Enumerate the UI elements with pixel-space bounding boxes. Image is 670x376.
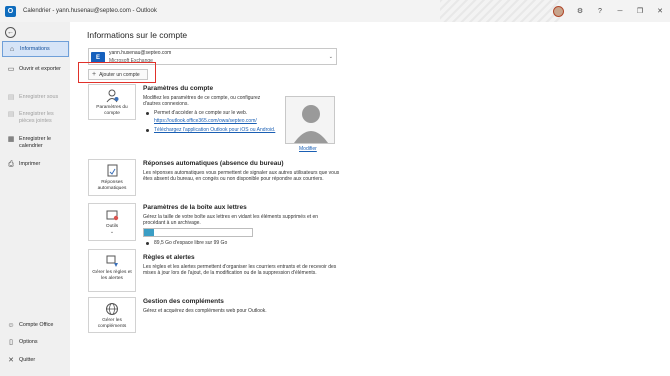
chevron-down-icon: ⌄ xyxy=(328,54,333,60)
sidebar-item-label: Options xyxy=(19,339,38,345)
sidebar-item-ouvrir-exporter[interactable]: ▭ Ouvrir et exporter xyxy=(2,66,69,73)
folder-open-icon: ▭ xyxy=(7,66,15,73)
addins-description: Gérez et acquérez des compléments web po… xyxy=(143,308,267,314)
sidebar-item-label: Ouvrir et exporter xyxy=(19,66,61,72)
modify-photo-link[interactable]: Modifier xyxy=(299,146,317,152)
owa-link[interactable]: https://outlook.office365.com/owa/septeo… xyxy=(154,118,257,124)
attachment-save-icon: ▤ xyxy=(7,111,15,118)
sidebar-item-enregistrer-pieces-jointes: ▤ Enregistrer les pièces jointes xyxy=(2,111,69,125)
sidebar-item-label: Compte Office xyxy=(19,322,54,328)
close-icon: ✕ xyxy=(8,357,14,364)
title-bar: O Calendrier - yann.husenau@septeo.com -… xyxy=(0,0,670,22)
sidebar-item-label: Quitter xyxy=(19,357,36,363)
sidebar-item-imprimer[interactable]: ⎙ Imprimer xyxy=(2,161,69,168)
storage-progress-fill xyxy=(144,229,155,236)
sidebar-item-options[interactable]: ▯ Options xyxy=(2,339,69,346)
sidebar-item-informations[interactable]: ⌂ Informations xyxy=(2,41,69,57)
storage-progress-bar xyxy=(143,228,253,237)
tile-label: Gérer les compléments xyxy=(97,318,127,329)
tile-label: Réponses automatiques xyxy=(97,180,127,191)
user-icon: ☺ xyxy=(7,322,15,329)
sidebar-item-label: Enregistrer sous xyxy=(19,94,59,100)
add-account-button[interactable]: + Ajouter un compte xyxy=(88,69,148,80)
rules-alerts-button[interactable]: Gérer les règles et les alertes xyxy=(88,249,136,292)
chevron-down-icon: ⌄ xyxy=(109,229,115,235)
globe-icon xyxy=(105,302,120,316)
account-web-bullet: Permet d'accéder à ce compte sur le web. xyxy=(146,110,247,116)
page-title: Informations sur le compte xyxy=(87,30,188,40)
storage-info: 89,5 Go d'espace libre sur 99 Go xyxy=(146,240,227,246)
sidebar-item-label: Enregistrer le calendrier xyxy=(19,136,52,149)
storage-text: 89,5 Go d'espace libre sur 99 Go xyxy=(154,240,228,246)
sidebar-item-compte-office[interactable]: ☺ Compte Office xyxy=(2,322,69,329)
restore-button[interactable]: ❐ xyxy=(630,0,650,22)
sidebar-item-enregistrer-calendrier[interactable]: ▦ Enregistrer le calendrier xyxy=(2,136,69,150)
account-settings-button[interactable]: Paramètres du compte xyxy=(88,84,136,120)
title-bar-decoration xyxy=(440,0,560,22)
window-title: Calendrier - yann.husenau@septeo.com - O… xyxy=(23,8,157,14)
coauthor-icon[interactable]: ⚙ xyxy=(570,0,590,22)
mobile-bullet: Téléchargez l'application Outlook pour i… xyxy=(146,127,275,133)
options-icon: ▯ xyxy=(9,339,13,346)
close-window-button[interactable]: ✕ xyxy=(650,0,670,22)
account-settings-icon xyxy=(105,89,120,103)
tile-label: Gérer les règles et les alertes xyxy=(92,270,132,281)
rules-title: Règles et alertes xyxy=(143,254,195,261)
account-settings-title: Paramètres du compte xyxy=(143,85,214,92)
mailbox-tools-button[interactable]: Outils ⌄ xyxy=(88,203,136,241)
tools-icon xyxy=(105,208,120,222)
mobile-app-link[interactable]: Téléchargez l'application Outlook pour i… xyxy=(154,127,275,133)
bullet-text: Permet d'accéder à ce compte sur le web. xyxy=(154,110,248,116)
home-icon: ⌂ xyxy=(9,45,15,53)
add-account-label: Ajouter un compte xyxy=(99,71,140,78)
rules-icon xyxy=(105,254,120,268)
auto-replies-description: Les réponses automatiques vous permetten… xyxy=(143,170,340,183)
backstage-sidebar: ← ⌂ Informations ▭ Ouvrir et exporter ▤ … xyxy=(0,22,70,376)
plus-icon: + xyxy=(92,71,97,78)
tile-label: Paramètres du compte xyxy=(96,105,128,116)
avatar[interactable] xyxy=(553,5,564,17)
account-info-panel: Informations sur le compte E yann.husena… xyxy=(70,22,670,376)
rules-description: Les règles et les alertes permettent d'o… xyxy=(143,264,337,277)
back-arrow-icon[interactable]: ← xyxy=(5,27,16,38)
mailbox-settings-title: Paramètres de la boîte aux lettres xyxy=(143,204,247,211)
printer-icon: ⎙ xyxy=(8,161,14,168)
calendar-save-icon: ▦ xyxy=(7,136,15,143)
sidebar-item-label: Enregistrer les pièces jointes xyxy=(19,111,54,124)
minimize-button[interactable]: ─ xyxy=(610,0,630,22)
sidebar-item-quitter[interactable]: ✕ Quitter xyxy=(2,357,69,364)
auto-replies-title: Réponses automatiques (absence du bureau… xyxy=(143,160,284,167)
help-icon[interactable]: ? xyxy=(590,0,610,22)
auto-reply-icon xyxy=(105,164,120,178)
account-email: yann.husenau@septeo.com xyxy=(109,50,172,56)
title-bar-controls: ⚙ ? ─ ❐ ✕ xyxy=(553,0,670,22)
sidebar-item-label: Imprimer xyxy=(19,161,41,167)
sidebar-item-label: Informations xyxy=(20,45,50,52)
manage-addins-button[interactable]: Gérer les compléments xyxy=(88,297,136,333)
account-settings-description: Modifiez les paramètres de ce compte, ou… xyxy=(143,95,261,108)
auto-replies-button[interactable]: Réponses automatiques xyxy=(88,159,136,196)
profile-picture xyxy=(285,96,335,144)
outlook-app-icon: O xyxy=(5,5,16,17)
addins-title: Gestion des compléments xyxy=(143,298,224,305)
save-as-icon: ▤ xyxy=(7,94,15,101)
mailbox-settings-description: Gérez la taille de votre boîte aux lettr… xyxy=(143,214,319,227)
sidebar-item-enregistrer-sous: ▤ Enregistrer sous xyxy=(2,94,69,101)
